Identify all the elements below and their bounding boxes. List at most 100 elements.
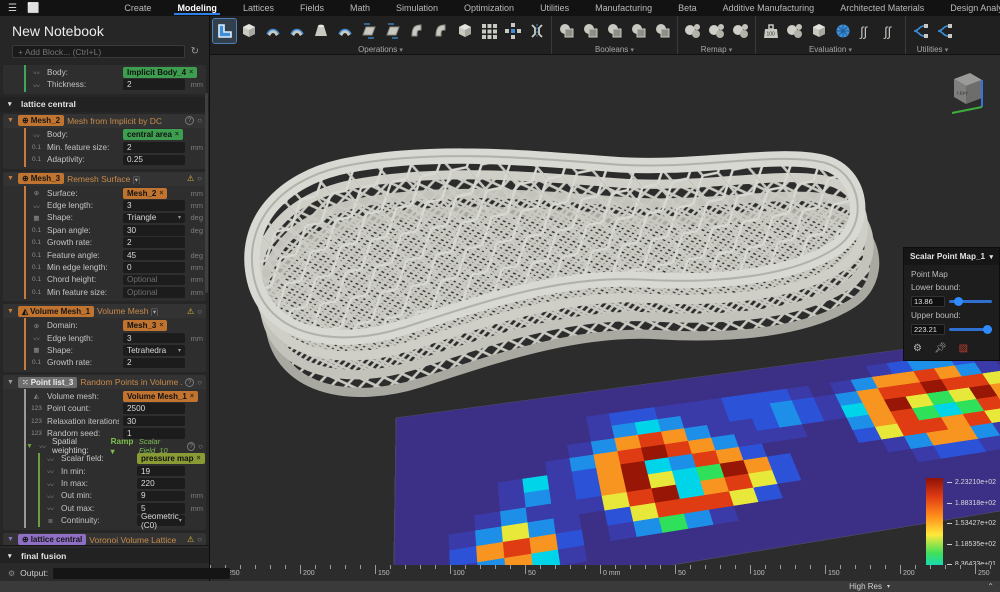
value-input[interactable] [137, 491, 185, 502]
remap-xyz-sphere-icon[interactable] [729, 19, 752, 43]
value-dropdown[interactable]: Tetrahedra▾ [123, 345, 185, 356]
mesh-sphere-icon[interactable] [831, 19, 854, 43]
value-input[interactable] [123, 403, 185, 414]
gear-icon[interactable]: ○ [197, 378, 202, 387]
block-name-chip[interactable]: ⊕lattice central [18, 534, 86, 545]
chip-remove-icon[interactable]: × [159, 322, 163, 329]
lower-bound-slider[interactable] [949, 300, 992, 303]
tab-modeling[interactable]: Modeling [164, 1, 230, 15]
value-chip[interactable]: Implicit Body_4 × [123, 67, 197, 78]
block-header[interactable]: ▼⊕Mesh_2Mesh from Implicit by DC ?○ [3, 114, 206, 128]
block-name-chip[interactable]: ⁙Point list_3 [18, 377, 77, 388]
revolve-icon[interactable] [381, 19, 404, 43]
block-name-chip[interactable]: ⊕Mesh_3 [18, 173, 64, 184]
help-icon[interactable]: ? [185, 116, 194, 125]
tab-manufacturing[interactable]: Manufacturing [582, 1, 665, 15]
block-header[interactable]: ▼⊕Mesh_3Remesh Surface ▾⚠○ [3, 172, 206, 186]
array-grid-icon[interactable] [477, 19, 500, 43]
gear-icon[interactable]: ○ [198, 442, 203, 451]
boolean-split-icon[interactable] [651, 19, 674, 43]
mass-100-icon[interactable]: 100 [759, 19, 782, 43]
block-expander-icon[interactable]: ▼ [7, 175, 15, 182]
scalar-panel-header[interactable]: Scalar Point Map_1 ▾ [904, 248, 999, 265]
block-expander-icon[interactable]: ▼ [7, 379, 15, 386]
shell-offset-icon[interactable] [285, 19, 308, 43]
block-expander-icon[interactable]: ▼ [7, 117, 15, 124]
chevron-down-icon[interactable]: ▾ [151, 308, 158, 316]
integral-v-icon[interactable]: ∫∫ [855, 19, 878, 43]
section-final-fusion[interactable]: ▾final fusion [0, 548, 209, 563]
chip-remove-icon[interactable]: × [190, 393, 194, 400]
boolean-trim-icon[interactable] [627, 19, 650, 43]
hamburger-menu-icon[interactable]: ☰ [8, 3, 17, 14]
value-input[interactable] [123, 262, 185, 273]
tab-utilities[interactable]: Utilities [527, 1, 582, 15]
tab-additive-manufacturing[interactable]: Additive Manufacturing [710, 1, 828, 15]
block-header[interactable]: ▼⁙Point list_3Random Points in Volume ..… [3, 375, 206, 389]
block-expander-icon[interactable]: ▼ [7, 536, 15, 543]
colormap-icon[interactable]: ▨ [959, 343, 968, 354]
chip-remove-icon[interactable]: × [189, 69, 193, 76]
view-cube[interactable]: LEFT [944, 67, 990, 119]
chevron-down-icon[interactable]: ▾ [989, 253, 993, 261]
gear-icon[interactable]: ⚙ [913, 343, 922, 354]
block-expander-icon[interactable]: ▼ [7, 308, 15, 315]
section-header-lattice-central[interactable]: ▾lattice central [0, 97, 209, 112]
value-input[interactable] [123, 333, 185, 344]
value-chip[interactable]: Volume Mesh_1 × [123, 391, 198, 402]
block-name-chip[interactable]: ⊕Mesh_2 [18, 115, 64, 126]
value-input[interactable] [123, 79, 185, 90]
help-icon[interactable]: ? [187, 442, 195, 451]
cone-taper-icon[interactable] [309, 19, 332, 43]
tab-simulation[interactable]: Simulation [383, 1, 451, 15]
tab-optimization[interactable]: Optimization [451, 1, 527, 15]
mass-sphere-icon[interactable] [783, 19, 806, 43]
circular-pattern-icon[interactable] [501, 19, 524, 43]
chevron-down-icon[interactable]: ▾ [133, 176, 140, 184]
resolution-dropdown[interactable]: High Res ▾ [849, 582, 890, 591]
pin-icon[interactable]: 📌︎ [934, 343, 947, 354]
value-input[interactable] [123, 237, 185, 248]
subblock-expander-icon[interactable]: ▼ [26, 443, 33, 450]
panel-layout-icon[interactable]: ⬜ [27, 3, 39, 14]
refresh-icon[interactable]: ↻ [191, 46, 199, 57]
fillet-icon[interactable] [405, 19, 428, 43]
cube-eval-icon[interactable] [807, 19, 830, 43]
tab-architected-materials[interactable]: Architected Materials [827, 1, 937, 15]
value-chip[interactable]: Mesh_2 × [123, 188, 167, 199]
value-input[interactable] [137, 466, 185, 477]
value-chip[interactable]: pressure map × [137, 453, 205, 464]
bend-icon[interactable] [333, 19, 356, 43]
chip-remove-icon[interactable]: × [159, 190, 163, 197]
fillet-round-icon[interactable] [429, 19, 452, 43]
section-expander-icon[interactable]: ▾ [8, 552, 16, 560]
value-input[interactable] [123, 225, 185, 236]
shear-icon[interactable] [357, 19, 380, 43]
value-dropdown[interactable]: Triangle▾ [123, 213, 185, 224]
tab-math[interactable]: Math [337, 1, 383, 15]
upper-bound-input[interactable] [911, 324, 945, 335]
boolean-intersect-icon[interactable] [603, 19, 626, 43]
gear-icon[interactable]: ○ [197, 535, 202, 544]
tab-beta[interactable]: Beta [665, 1, 710, 15]
toolbar-group-label-evaluation[interactable]: Evaluation ▾ [759, 44, 902, 54]
branch-in-icon[interactable] [933, 19, 956, 43]
warning-icon[interactable]: ⚠ [187, 174, 194, 183]
output-input[interactable] [53, 568, 230, 579]
tab-lattices[interactable]: Lattices [230, 1, 287, 15]
add-block-input[interactable] [12, 45, 185, 58]
mirror-icon[interactable] [525, 19, 548, 43]
value-input[interactable] [123, 250, 185, 261]
value-input[interactable] [123, 287, 185, 298]
cube-icon[interactable] [453, 19, 476, 43]
value-dropdown[interactable]: Geometric (C0)▾ [137, 515, 185, 526]
value-input[interactable] [123, 142, 185, 153]
toolbar-group-label-booleans[interactable]: Booleans ▾ [555, 44, 674, 54]
block-header[interactable]: ▼⊕lattice centralVoronoi Volume Lattice … [3, 533, 206, 545]
remap-sphere-icon[interactable] [681, 19, 704, 43]
value-input[interactable] [137, 478, 185, 489]
gear-icon[interactable]: ○ [197, 307, 202, 316]
gear-icon[interactable]: ○ [197, 116, 202, 125]
value-input[interactable] [123, 416, 185, 427]
shell-icon[interactable] [261, 19, 284, 43]
